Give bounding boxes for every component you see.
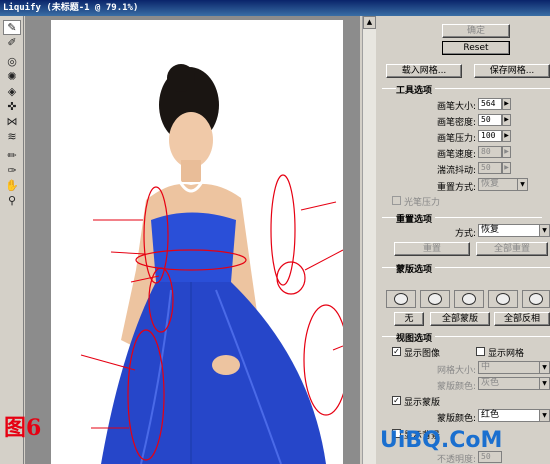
reconstruct-button[interactable]: 重置	[394, 242, 470, 256]
brush-size-arrow-icon[interactable]: ▶	[502, 98, 511, 110]
forward-warp-icon[interactable]: ✎	[3, 20, 21, 35]
ok-button[interactable]: 确定	[442, 24, 510, 38]
brush-rate-arrow-icon[interactable]: ▶	[502, 146, 511, 158]
show-mask-label: 显示蒙版	[404, 398, 441, 408]
mask-all-button[interactable]: 全部蒙版	[430, 312, 490, 326]
woman-in-blue-dress-image	[80, 64, 343, 464]
mask-invert-icon	[529, 293, 543, 305]
restore-all-button[interactable]: 全部重置	[476, 242, 548, 256]
stylus-pressure-label: 光笔压力	[404, 198, 441, 208]
brush-density-field[interactable]: 50	[478, 114, 502, 126]
turbulent-jitter-arrow-icon[interactable]: ▶	[502, 162, 511, 174]
chevron-down-icon: ▼	[539, 410, 549, 421]
stylus-pressure-checkbox[interactable]	[392, 196, 401, 205]
brush-size-label: 画笔大小:	[436, 102, 476, 112]
mesh-size-label: 网格大小:	[436, 366, 476, 376]
load-mesh-button[interactable]: 载入网格...	[386, 64, 462, 78]
thaw-mask-icon[interactable]: ✑	[3, 163, 21, 178]
watermark: UiBQ.CoM	[380, 428, 503, 453]
mirror-icon[interactable]: ⋈	[3, 114, 21, 129]
mask-intersect-icon	[496, 293, 510, 305]
scroll-up-icon[interactable]: ▲	[363, 16, 376, 29]
chevron-down-icon: ▼	[539, 378, 549, 389]
turbulent-jitter-label: 湍流抖动:	[436, 166, 476, 176]
replace-selection-button[interactable]	[386, 290, 416, 308]
reconstruct-mode-label-2: 方式:	[454, 229, 476, 239]
hand-icon[interactable]: ✋	[3, 178, 21, 193]
reconstruct-mode-select[interactable]: 恢复 ▼	[478, 178, 528, 191]
mesh-size-value: 中	[481, 362, 491, 372]
chevron-down-icon: ▼	[539, 362, 549, 373]
chevron-down-icon: ▼	[539, 225, 549, 236]
mask-color-value: 红色	[481, 410, 500, 420]
options-panel: 确定 Reset 载入网格... 保存网格... 工具选项 画笔大小: 564 …	[378, 16, 550, 464]
turbulent-jitter-field[interactable]: 50	[478, 162, 502, 174]
mask-subtract-icon	[462, 293, 476, 305]
mesh-size-select[interactable]: 中 ▼	[478, 361, 550, 374]
reconstruct-options-mode-select[interactable]: 恢复 ▼	[478, 224, 550, 237]
brush-pressure-label: 画笔压力:	[436, 134, 476, 144]
brush-pressure-field[interactable]: 100	[478, 130, 502, 142]
photo-preview[interactable]	[51, 20, 343, 464]
brush-rate-field[interactable]: 80	[478, 146, 502, 158]
mesh-color-label: 蒙版颜色:	[436, 382, 476, 392]
figure-label: 图6	[4, 415, 42, 441]
invert-all-button[interactable]: 全部反相	[494, 312, 550, 326]
mask-add-icon	[428, 293, 442, 305]
bloat-icon[interactable]: ◈	[3, 84, 21, 99]
add-to-selection-button[interactable]	[420, 290, 450, 308]
show-mask-checkbox[interactable]: ✓	[392, 396, 401, 405]
vertical-scrollbar[interactable]: ▲	[362, 16, 376, 464]
brush-rate-label: 画笔速度:	[436, 150, 476, 160]
brush-size-field[interactable]: 564	[478, 98, 502, 110]
freeze-mask-icon[interactable]: ✏	[3, 148, 21, 163]
mask-replace-icon	[394, 293, 408, 305]
brush-density-label: 画笔密度:	[436, 118, 476, 128]
window-title: Liquify (未标题-1 @ 79.1%)	[0, 0, 550, 16]
mesh-color-value: 灰色	[481, 378, 500, 388]
tool-options-title: 工具选项	[396, 83, 436, 96]
reset-button[interactable]: Reset	[442, 41, 510, 55]
twirl-icon[interactable]: ◎	[3, 54, 21, 69]
show-mesh-label: 显示网格	[488, 349, 525, 359]
subtract-from-selection-button[interactable]	[454, 290, 484, 308]
mesh-color-select[interactable]: 灰色 ▼	[478, 377, 550, 390]
canvas-area[interactable]	[25, 16, 360, 464]
brush-density-arrow-icon[interactable]: ▶	[502, 114, 511, 126]
reconstruct-icon[interactable]: ✐	[3, 35, 21, 50]
brush-pressure-arrow-icon[interactable]: ▶	[502, 130, 511, 142]
pucker-icon[interactable]: ✺	[3, 69, 21, 84]
opacity-label: 不透明度:	[436, 455, 476, 464]
reconstruct-options-title: 重置选项	[396, 212, 436, 225]
push-left-icon[interactable]: ✜	[3, 99, 21, 114]
show-image-label: 显示图像	[404, 349, 441, 359]
mask-options-title: 蒙版选项	[396, 262, 436, 275]
view-options-title: 视图选项	[396, 331, 436, 344]
chevron-down-icon: ▼	[517, 179, 527, 190]
show-image-checkbox[interactable]: ✓	[392, 347, 401, 356]
invert-selection-button[interactable]	[522, 290, 550, 308]
none-button[interactable]: 无	[394, 312, 424, 326]
zoom-icon[interactable]: ⚲	[3, 193, 21, 208]
mask-color-label: 蒙版颜色:	[436, 414, 476, 424]
turbulence-icon[interactable]: ≋	[3, 129, 21, 144]
reconstruct-mode-value: 恢复	[481, 179, 500, 189]
mask-color-select[interactable]: 红色 ▼	[478, 409, 550, 422]
show-mesh-checkbox[interactable]	[476, 347, 485, 356]
reconstruct-mode-label: 重置方式:	[436, 183, 476, 193]
reconstruct-options-mode-value: 恢复	[481, 225, 500, 235]
intersect-selection-button[interactable]	[488, 290, 518, 308]
toolbox: ✎ ✐ ◎ ✺ ◈ ✜ ⋈ ≋ ✏ ✑ ✋ ⚲	[0, 16, 24, 464]
save-mesh-button[interactable]: 保存网格...	[474, 64, 550, 78]
